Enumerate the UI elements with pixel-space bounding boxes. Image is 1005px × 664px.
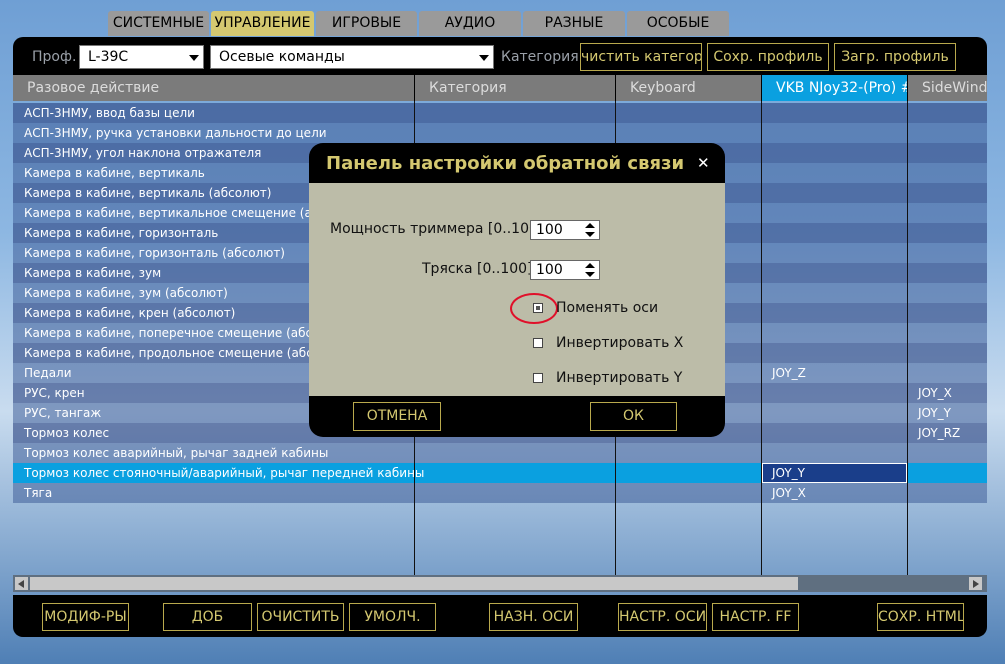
modifiers-button[interactable]: МОДИФ-РЫ [42,603,129,631]
add-button[interactable]: ДОБ [163,603,252,631]
row-action-cell: Педали [24,366,72,380]
arrow-down-icon[interactable] [585,272,595,277]
arrow-up-icon[interactable] [585,223,595,228]
load-profile-button[interactable]: Загр. профиль [834,43,956,71]
save-profile-button[interactable]: Сохр. профиль [707,43,829,71]
scroll-right-button[interactable] [969,577,982,590]
row-sidewinder-cell[interactable]: JOY_Y [918,406,951,420]
column-header-vkb[interactable]: VKB NJoy32-(Pro) # [762,75,908,101]
row-action-cell: АСП-3НМУ, ввод базы цели [24,106,195,120]
row-vkb-cell[interactable]: JOY_Y [762,463,907,483]
row-action-cell: Камера в кабине, зум [24,266,162,280]
default-button[interactable]: УМОЛЧ. [349,603,436,631]
axis-tune-button[interactable]: НАСТР. ОСИ [618,603,707,631]
swap-axes-label: Поменять оси [556,300,659,316]
row-action-cell: Тормоз колес [24,426,110,440]
scroll-left-button[interactable] [15,577,28,590]
row-action-cell: Камера в кабине, зум (абсолют) [24,286,228,300]
row-action-cell: Камера в кабине, горизонталь (абсолют) [24,246,285,260]
invert-y-checkbox[interactable] [533,373,543,383]
assign-axis-button[interactable]: НАЗН. ОСИ [489,603,578,631]
column-divider [907,101,908,575]
tab-special[interactable]: ОСОБЫЕ [627,11,729,36]
column-header-sidewinder[interactable]: SideWinde [908,75,987,101]
trimmer-stepper[interactable]: 100 [530,220,600,240]
table-row[interactable]: АСП-3НМУ, ввод базы цели [13,103,987,123]
tab-controls[interactable]: УПРАВЛЕНИЕ [211,11,314,36]
trimmer-value: 100 [536,222,563,238]
invert-x-checkbox[interactable] [533,338,543,348]
chevron-down-icon [479,55,489,61]
shake-label: Тряска [0..100] [422,261,533,277]
row-sidewinder-cell[interactable]: JOY_X [918,386,952,400]
row-action-cell: Тормоз колес аварийный, рычаг задней каб… [24,446,329,460]
row-action-cell: Тяга [24,486,53,500]
ff-tune-button[interactable]: НАСТР. FF [712,603,799,631]
row-action-cell: РУС, тангаж [24,406,102,420]
invert-y-label: Инвертировать Y [556,370,683,386]
row-action-cell: Тормоз колес стояночный/аварийный, рычаг… [24,466,425,480]
chevron-left-icon [18,580,24,588]
cancel-button[interactable]: ОТМЕНА [353,402,441,431]
row-vkb-cell[interactable]: JOY_X [772,486,806,500]
column-header-category[interactable]: Категория [415,75,616,101]
tab-gameplay[interactable]: ИГРОВЫЕ [316,11,417,36]
ok-button[interactable]: ОК [590,402,677,431]
save-html-button[interactable]: СОХР. HTML [877,603,964,631]
tab-system[interactable]: СИСТЕМНЫЕ [108,11,209,36]
clear-button[interactable]: ОЧИСТИТЬ [257,603,344,631]
shake-value: 100 [536,262,563,278]
category-label: Категория [501,49,579,65]
profile-label: Проф. [32,49,77,65]
column-header-action[interactable]: Разовое действие [13,75,415,101]
highlight-circle [510,293,558,324]
row-action-cell: Камера в кабине, вертикаль (абсолют) [24,186,272,200]
chevron-right-icon [973,580,979,588]
arrow-down-icon[interactable] [585,232,595,237]
table-header: Разовое действие Категория Keyboard VKB … [13,75,987,101]
arrow-up-icon[interactable] [585,263,595,268]
scroll-thumb[interactable] [30,577,798,590]
row-action-cell: Камера в кабине, горизонталь [24,226,219,240]
table-row[interactable]: АСП-3НМУ, ручка установки дальности до ц… [13,123,987,143]
row-action-cell: АСП-3НМУ, ручка установки дальности до ц… [24,126,327,140]
row-action-cell: Камера в кабине, поперечное смещение (аб… [24,326,338,340]
horizontal-scrollbar[interactable] [13,575,987,592]
profile-select-value: L-39C [88,49,129,65]
row-action-cell: АСП-3НМУ, угол наклона отражателя [24,146,262,160]
table-row[interactable]: Тормоз колес аварийный, рычаг задней каб… [13,443,987,463]
row-action-cell: Камера в кабине, крен (абсолют) [24,306,236,320]
row-vkb-cell[interactable]: JOY_Z [772,366,806,380]
invert-x-label: Инвертировать X [556,335,684,351]
tab-audio[interactable]: АУДИО [419,11,521,36]
mode-select[interactable]: Осевые команды [210,45,494,69]
row-sidewinder-cell[interactable]: JOY_RZ [918,426,960,440]
column-header-keyboard[interactable]: Keyboard [616,75,762,101]
trimmer-label: Мощность триммера [0..100] [330,221,544,237]
table-row[interactable]: Тормоз колес стояночный/аварийный, рычаг… [13,463,987,483]
row-action-cell: Камера в кабине, вертикаль [24,166,205,180]
row-action-cell: Камера в кабине, вертикальное смещение (… [24,206,341,220]
profile-select[interactable]: L-39C [79,45,204,69]
chevron-down-icon [189,55,199,61]
tab-misc[interactable]: РАЗНЫЕ [523,11,625,36]
shake-stepper[interactable]: 100 [530,260,600,280]
row-action-cell: Камера в кабине, продольное смещение (аб… [24,346,338,360]
close-icon[interactable]: ✕ [697,154,710,172]
dialog-body [309,183,725,396]
row-action-cell: РУС, крен [24,386,85,400]
column-divider [761,101,762,575]
table-row[interactable]: Тяга JOY_X [13,483,987,503]
dialog-title: Панель настройки обратной связи [326,153,685,174]
clear-category-button[interactable]: чистить категори [580,43,702,71]
mode-select-value: Осевые команды [219,49,345,65]
